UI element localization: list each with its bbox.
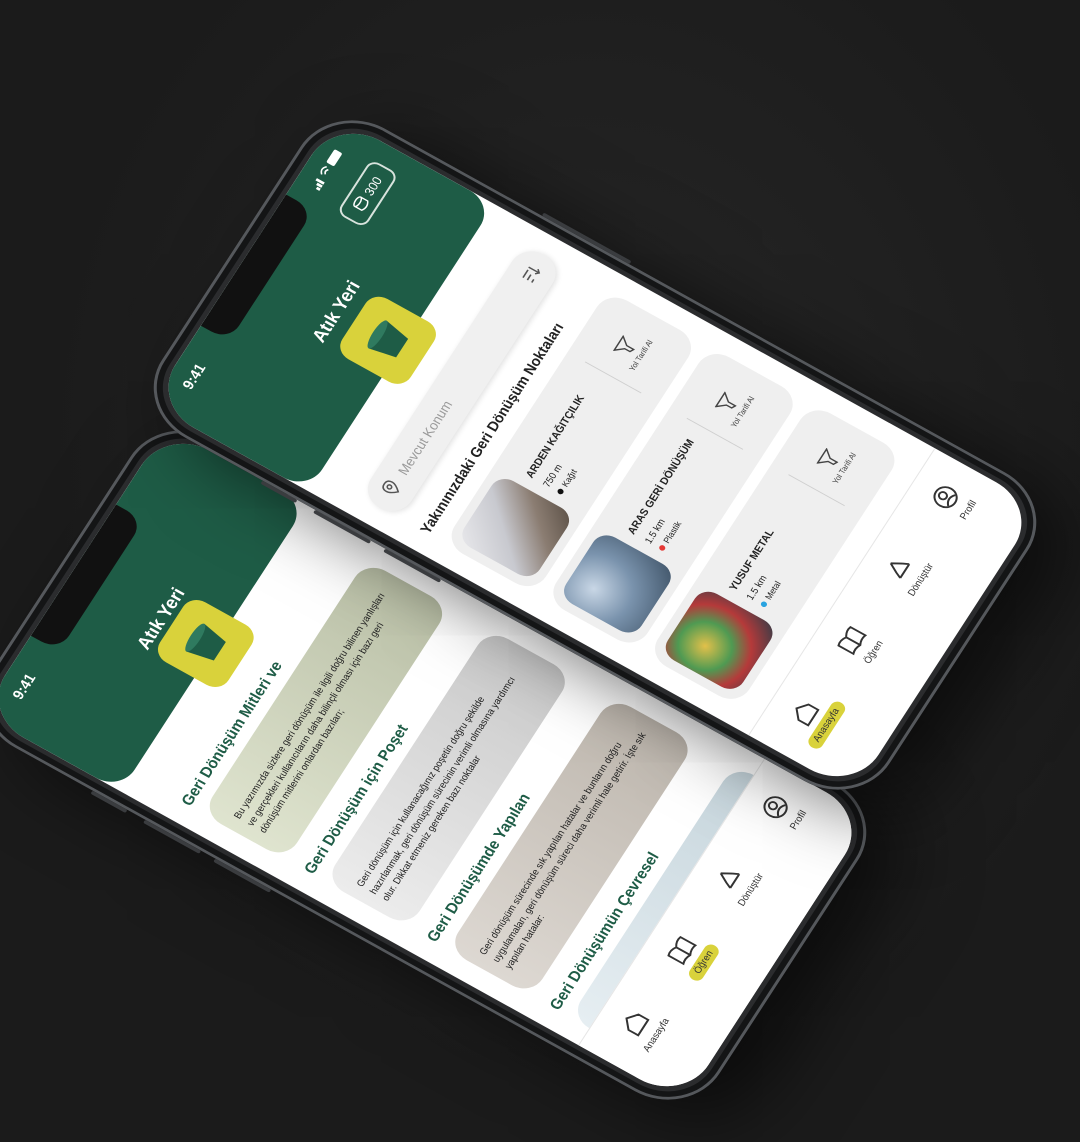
type-dot bbox=[657, 543, 666, 552]
coin-count: 300 bbox=[360, 173, 385, 198]
sort-icon[interactable] bbox=[520, 263, 543, 285]
home-icon bbox=[625, 1013, 650, 1037]
notch bbox=[200, 194, 315, 342]
search-placeholder: Mevcut Konum bbox=[394, 397, 456, 478]
recycle-icon bbox=[719, 872, 741, 889]
nav-profile[interactable]: Profil bbox=[754, 786, 815, 839]
point-info: YUSUF METAL 1.5 km Metal bbox=[727, 480, 836, 609]
point-type: Plastik bbox=[656, 440, 734, 552]
nav-recycle[interactable]: Dönüştür bbox=[874, 540, 942, 606]
bin-icon bbox=[185, 623, 226, 661]
type-dot bbox=[555, 487, 565, 496]
bin-icon bbox=[367, 320, 409, 358]
status-icons bbox=[309, 147, 347, 193]
point-type: Metal bbox=[758, 497, 836, 609]
profile-icon bbox=[933, 486, 958, 509]
location-pin-icon bbox=[382, 480, 400, 494]
notch bbox=[30, 504, 145, 652]
point-info: ARDEN KAĞITÇILIK 750 m Kağıt bbox=[524, 367, 633, 496]
coins-icon bbox=[353, 196, 369, 211]
type-dot bbox=[759, 600, 768, 608]
nav-home[interactable]: Anasayfa bbox=[609, 995, 677, 1061]
profile-icon bbox=[763, 796, 788, 819]
home-icon bbox=[795, 703, 820, 727]
mockup-stage: 9:41 Atık Yeri Geri Dönüşüm Mitleri ve B… bbox=[0, 0, 1080, 1142]
nav-profile[interactable]: Profil bbox=[924, 476, 985, 529]
recycle-icon bbox=[889, 562, 911, 579]
point-type: Kağıt bbox=[554, 384, 632, 496]
nav-home[interactable]: Anasayfa bbox=[779, 685, 848, 752]
status-time: 9:41 bbox=[179, 361, 210, 393]
nav-learn[interactable]: Öğren bbox=[830, 617, 891, 673]
status-time: 9:41 bbox=[9, 671, 40, 703]
signal-wifi-battery-icon bbox=[315, 149, 342, 191]
nav-learn[interactable]: Öğren bbox=[660, 927, 722, 983]
nav-recycle[interactable]: Dönüştür bbox=[704, 850, 772, 916]
mute-switch bbox=[90, 790, 128, 814]
point-info: ARAS GERİ DÖNÜŞÜM 1.5 km Plastik bbox=[625, 423, 734, 552]
